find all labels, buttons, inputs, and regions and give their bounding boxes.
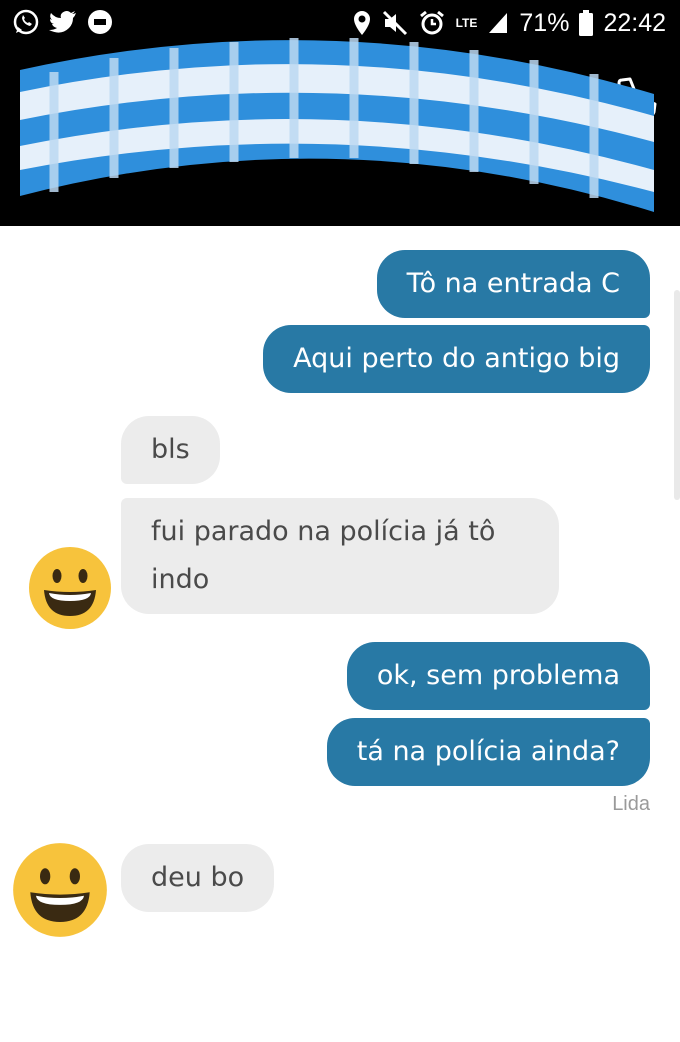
scrollbar[interactable] <box>674 290 680 500</box>
message-outgoing: tá na polícia ainda? <box>326 718 650 786</box>
driver-avatar-smiley-icon[interactable] <box>12 842 108 938</box>
read-receipt: Lida <box>612 793 650 815</box>
redaction-banner <box>20 38 654 212</box>
message-incoming: bls <box>121 416 220 484</box>
driver-avatar-smiley-icon[interactable] <box>28 546 112 630</box>
message-outgoing: Tô na entrada C <box>376 250 650 318</box>
message-outgoing: Aqui perto do antigo big <box>263 325 650 393</box>
message-incoming: fui parado na polícia já tô indo <box>121 498 559 614</box>
message-outgoing: ok, sem problema <box>346 642 650 710</box>
message-incoming: deu bo <box>121 844 275 912</box>
message-list[interactable]: Tô na entrada C Aqui perto do antigo big… <box>0 226 680 1042</box>
